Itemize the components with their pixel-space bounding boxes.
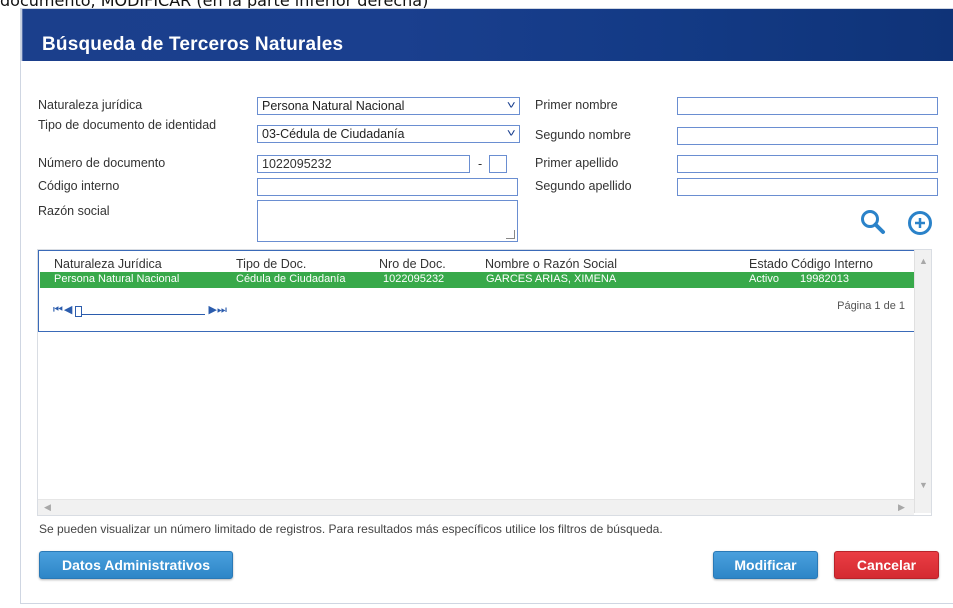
naturaleza-select[interactable]: Persona Natural Nacional ˅ (257, 97, 520, 115)
numero-doc-label: Número de documento (38, 156, 166, 170)
segundo-apellido-input[interactable] (677, 178, 938, 196)
check-digit-input[interactable] (489, 155, 507, 173)
numero-doc-separator: - (478, 157, 483, 171)
cell-tipo-doc: Cédula de Ciudadanía (236, 273, 346, 285)
codigo-interno-input[interactable] (257, 178, 518, 196)
search-dialog: Búsqueda de Terceros Naturales Naturalez… (20, 8, 953, 604)
results-grid: Naturaleza Jurídica Tipo de Doc. Nro de … (37, 249, 932, 516)
tipo-doc-value: 03-Cédula de Ciudadanía (262, 127, 405, 141)
page-info: Página 1 de 1 (837, 300, 905, 312)
scroll-up-icon[interactable]: ▲ (919, 256, 928, 266)
datos-administrativos-button[interactable]: Datos Administrativos (39, 551, 233, 579)
add-button[interactable] (907, 209, 935, 237)
numero-doc-input[interactable]: 1022095232 (257, 155, 470, 173)
page-slider-handle[interactable] (75, 305, 83, 317)
modificar-button[interactable]: Modificar (713, 551, 818, 579)
search-icon (861, 210, 885, 234)
first-page-icon[interactable]: ⏮ (53, 304, 63, 316)
primer-apellido-label: Primer apellido (535, 156, 619, 170)
page-slider[interactable] (75, 305, 206, 317)
add-circle-icon (908, 211, 932, 235)
tipo-doc-label: Tipo de documento de identidad (38, 118, 217, 132)
results-table: Naturaleza Jurídica Tipo de Doc. Nro de … (38, 250, 916, 332)
search-button[interactable] (859, 208, 887, 236)
segundo-nombre-label: Segundo nombre (535, 128, 631, 142)
cell-nombre: GARCES ARIAS, XIMENA (486, 273, 617, 285)
primer-nombre-label: Primer nombre (535, 98, 618, 112)
records-limit-note: Se pueden visualizar un número limitado … (39, 522, 663, 536)
next-page-icon[interactable]: ▶ (209, 304, 217, 316)
horizontal-scrollbar[interactable]: ◀ ▶ (38, 499, 914, 515)
naturaleza-label: Naturaleza jurídica (38, 98, 143, 112)
cell-codigo: 19982013 (800, 273, 849, 285)
resize-handle-icon[interactable] (506, 230, 515, 239)
scroll-down-icon[interactable]: ▼ (919, 480, 928, 490)
segundo-nombre-input[interactable] (677, 127, 938, 145)
cell-naturaleza: Persona Natural Nacional (54, 273, 180, 285)
razon-social-label: Razón social (38, 204, 110, 218)
scroll-left-icon[interactable]: ◀ (44, 502, 51, 513)
cell-nro-doc: 1022095232 (383, 273, 445, 285)
col-header-nro-doc[interactable]: Nro de Doc. (379, 257, 446, 271)
col-header-estado[interactable]: Estado (749, 257, 788, 271)
chevron-down-icon: ˅ (506, 100, 516, 112)
col-header-codigo[interactable]: Código Interno (791, 257, 873, 271)
cell-estado: Activo (749, 273, 779, 285)
tipo-doc-select[interactable]: 03-Cédula de Ciudadanía ˅ (257, 125, 520, 143)
last-page-icon[interactable]: ⏭ (217, 304, 227, 316)
vertical-scrollbar[interactable]: ▲ ▼ (914, 250, 931, 513)
primer-nombre-input[interactable] (677, 97, 938, 115)
naturaleza-value: Persona Natural Nacional (262, 99, 405, 113)
codigo-interno-label: Código interno (38, 179, 120, 193)
dialog-title: Búsqueda de Terceros Naturales (42, 34, 344, 55)
col-header-naturaleza[interactable]: Naturaleza Jurídica (54, 257, 162, 271)
col-header-tipo-doc[interactable]: Tipo de Doc. (236, 257, 306, 271)
col-header-nombre[interactable]: Nombre o Razón Social (485, 257, 617, 271)
table-row[interactable]: Persona Natural Nacional Cédula de Ciuda… (40, 272, 914, 288)
scroll-right-icon[interactable]: ▶ (898, 502, 905, 513)
primer-apellido-input[interactable] (677, 155, 938, 173)
segundo-apellido-label: Segundo apellido (535, 179, 632, 193)
pager: ⏮◀ ▶⏭ (53, 303, 227, 317)
cancelar-button[interactable]: Cancelar (834, 551, 939, 579)
razon-social-textarea[interactable] (257, 200, 518, 242)
chevron-down-icon: ˅ (506, 128, 516, 140)
prev-page-icon[interactable]: ◀ (64, 304, 72, 316)
dialog-titlebar: Búsqueda de Terceros Naturales (21, 9, 953, 61)
